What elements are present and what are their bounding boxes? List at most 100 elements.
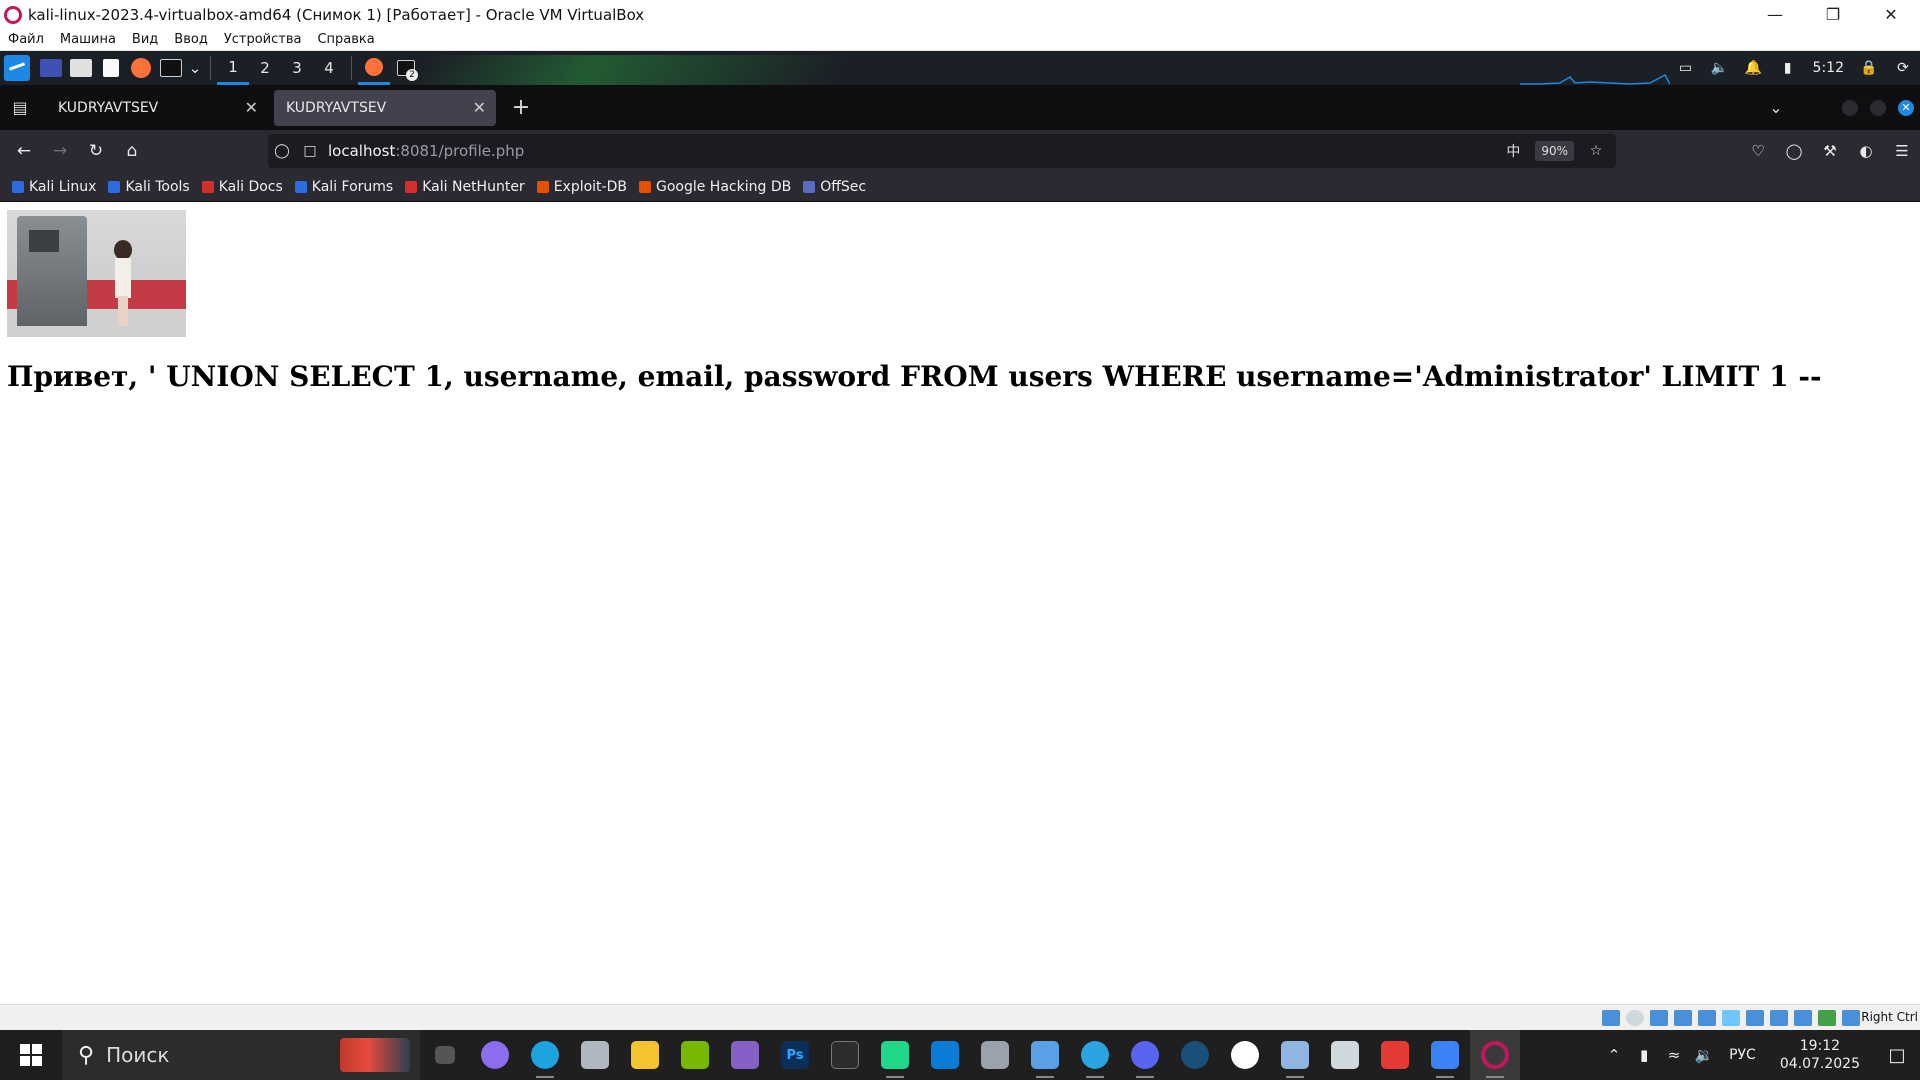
- start-button[interactable]: [0, 1030, 62, 1080]
- workspace-1[interactable]: 1: [217, 51, 249, 85]
- maximize-dot[interactable]: [1870, 99, 1886, 116]
- text-editor-icon[interactable]: [96, 51, 126, 85]
- image-viewer-icon[interactable]: [1270, 1030, 1320, 1080]
- page-icon[interactable]: □: [296, 143, 324, 159]
- paint-icon[interactable]: [1420, 1030, 1470, 1080]
- tab-2[interactable]: KUDRYAVTSEV ✕: [274, 89, 496, 126]
- photoshop-icon[interactable]: Ps: [770, 1030, 820, 1080]
- vpn-icon[interactable]: ◐: [1848, 142, 1884, 160]
- battery-icon[interactable]: ▮: [1771, 60, 1805, 76]
- terminal-app-icon[interactable]: [820, 1030, 870, 1080]
- taskbar-search[interactable]: ⚲ Поиск: [62, 1030, 420, 1080]
- audio-icon[interactable]: [1650, 1010, 1668, 1026]
- volume-icon[interactable]: 🔈: [1703, 60, 1737, 76]
- lock-icon[interactable]: 🔒: [1852, 60, 1886, 76]
- nvidia-icon[interactable]: [670, 1030, 720, 1080]
- new-tab-button[interactable]: +: [504, 91, 538, 125]
- close-button[interactable]: ✕: [1862, 0, 1920, 29]
- speaker-icon[interactable]: 🔉: [1689, 1046, 1719, 1064]
- back-icon[interactable]: ←: [6, 133, 42, 169]
- vscode-icon[interactable]: [920, 1030, 970, 1080]
- forward-icon[interactable]: →: [42, 133, 78, 169]
- chevron-up-icon[interactable]: ⌃: [1599, 1046, 1629, 1064]
- tab-1[interactable]: KUDRYAVTSEV ✕: [46, 90, 268, 126]
- steam-icon[interactable]: [1170, 1030, 1220, 1080]
- minimize-dot[interactable]: [1842, 99, 1858, 116]
- account-icon[interactable]: ◯: [1776, 142, 1812, 160]
- bookmark-offsec[interactable]: OffSec: [803, 179, 866, 195]
- restore-button[interactable]: ❐: [1804, 0, 1862, 29]
- bookmark-kali-linux[interactable]: Kali Linux: [12, 179, 96, 195]
- app-box-icon[interactable]: [570, 1030, 620, 1080]
- display-icon[interactable]: [1746, 1010, 1764, 1026]
- reload-icon[interactable]: ↻: [78, 133, 114, 169]
- terminal-icon[interactable]: [156, 51, 186, 85]
- files-icon[interactable]: [66, 51, 96, 85]
- firefox-icon[interactable]: [126, 51, 156, 85]
- display-icon[interactable]: ▭: [1669, 60, 1703, 76]
- power-icon[interactable]: ⟳: [1886, 60, 1920, 76]
- list-all-tabs-icon[interactable]: ⌄: [1756, 98, 1796, 117]
- workspace-3[interactable]: 3: [281, 51, 313, 85]
- firefox-view-icon[interactable]: ▤: [0, 85, 40, 130]
- menu-icon[interactable]: ☰: [1884, 142, 1920, 160]
- guest-additions-icon[interactable]: [1818, 1010, 1836, 1026]
- translate-icon[interactable]: 中: [1499, 141, 1527, 161]
- workspace-4[interactable]: 4: [313, 51, 345, 85]
- hdd-icon[interactable]: [1602, 1010, 1620, 1026]
- task-firefox-icon[interactable]: [358, 51, 390, 85]
- show-desktop-icon[interactable]: [36, 51, 66, 85]
- bookmark-exploit-db[interactable]: Exploit-DB: [536, 179, 627, 195]
- network-icon[interactable]: [1674, 1010, 1692, 1026]
- file-explorer-icon[interactable]: [620, 1030, 670, 1080]
- workspace-2[interactable]: 2: [249, 51, 281, 85]
- wifi-icon[interactable]: ≈: [1659, 1046, 1689, 1064]
- task-view-icon[interactable]: [420, 1030, 470, 1080]
- spreadsheet-icon[interactable]: [1320, 1030, 1370, 1080]
- edge-icon[interactable]: [520, 1030, 570, 1080]
- t-app-icon[interactable]: [1370, 1030, 1420, 1080]
- bell-icon[interactable]: 🔔: [1737, 60, 1771, 76]
- shield-icon[interactable]: ◯: [268, 143, 296, 159]
- menu-view[interactable]: Вид: [132, 32, 158, 47]
- pocket-icon[interactable]: ♡: [1740, 142, 1776, 160]
- recording-icon[interactable]: [1770, 1010, 1788, 1026]
- menu-devices[interactable]: Устройства: [224, 32, 302, 47]
- kali-menu-icon[interactable]: [4, 55, 30, 81]
- bookmark-kali-tools[interactable]: Kali Tools: [108, 179, 190, 195]
- bookmark-google-hacking-db[interactable]: Google Hacking DB: [638, 179, 791, 195]
- star-icon[interactable]: ☆: [1582, 143, 1610, 159]
- home-icon[interactable]: ⌂: [114, 133, 150, 169]
- vbox-taskbar-icon[interactable]: [1470, 1030, 1520, 1080]
- chevron-down-icon[interactable]: ⌄: [186, 51, 204, 85]
- tab-close-icon[interactable]: ✕: [245, 98, 258, 117]
- taskbar-clock[interactable]: 19:12 04.07.2025: [1780, 1037, 1860, 1073]
- panel-clock[interactable]: 5:12: [1813, 60, 1844, 76]
- yandex-browser-icon[interactable]: [1220, 1030, 1270, 1080]
- close-dot-icon[interactable]: ✕: [1898, 99, 1914, 116]
- bookmark-kali-docs[interactable]: Kali Docs: [201, 179, 283, 195]
- menu-machine[interactable]: Машина: [60, 32, 116, 47]
- visual-studio-icon[interactable]: [720, 1030, 770, 1080]
- notifications-icon[interactable]: □: [1874, 1045, 1920, 1066]
- discord-icon[interactable]: [1120, 1030, 1170, 1080]
- bookmark-kali-forums[interactable]: Kali Forums: [294, 179, 393, 195]
- shared-folders-icon[interactable]: [1722, 1010, 1740, 1026]
- menu-input[interactable]: Ввод: [174, 32, 208, 47]
- tab-close-icon[interactable]: ✕: [473, 98, 486, 117]
- extensions-icon[interactable]: ⚒: [1812, 142, 1848, 160]
- zoom-level[interactable]: 90%: [1535, 141, 1574, 161]
- telegram-icon[interactable]: [1070, 1030, 1120, 1080]
- task-terminal-icon[interactable]: 2: [390, 51, 422, 85]
- battery-tray-icon[interactable]: ▮: [1629, 1046, 1659, 1064]
- virtualbox-cube-icon[interactable]: [1020, 1030, 1070, 1080]
- usb-icon[interactable]: [1698, 1010, 1716, 1026]
- menu-help[interactable]: Справка: [317, 32, 374, 47]
- optical-drive-icon[interactable]: [1626, 1010, 1644, 1026]
- menu-file[interactable]: Файл: [8, 32, 44, 47]
- alice-icon[interactable]: [470, 1030, 520, 1080]
- bookmark-kali-nethunter[interactable]: Kali NetHunter: [405, 179, 525, 195]
- keyboard-capture-icon[interactable]: [1842, 1010, 1860, 1026]
- database-icon[interactable]: [970, 1030, 1020, 1080]
- minimize-button[interactable]: —: [1746, 0, 1804, 29]
